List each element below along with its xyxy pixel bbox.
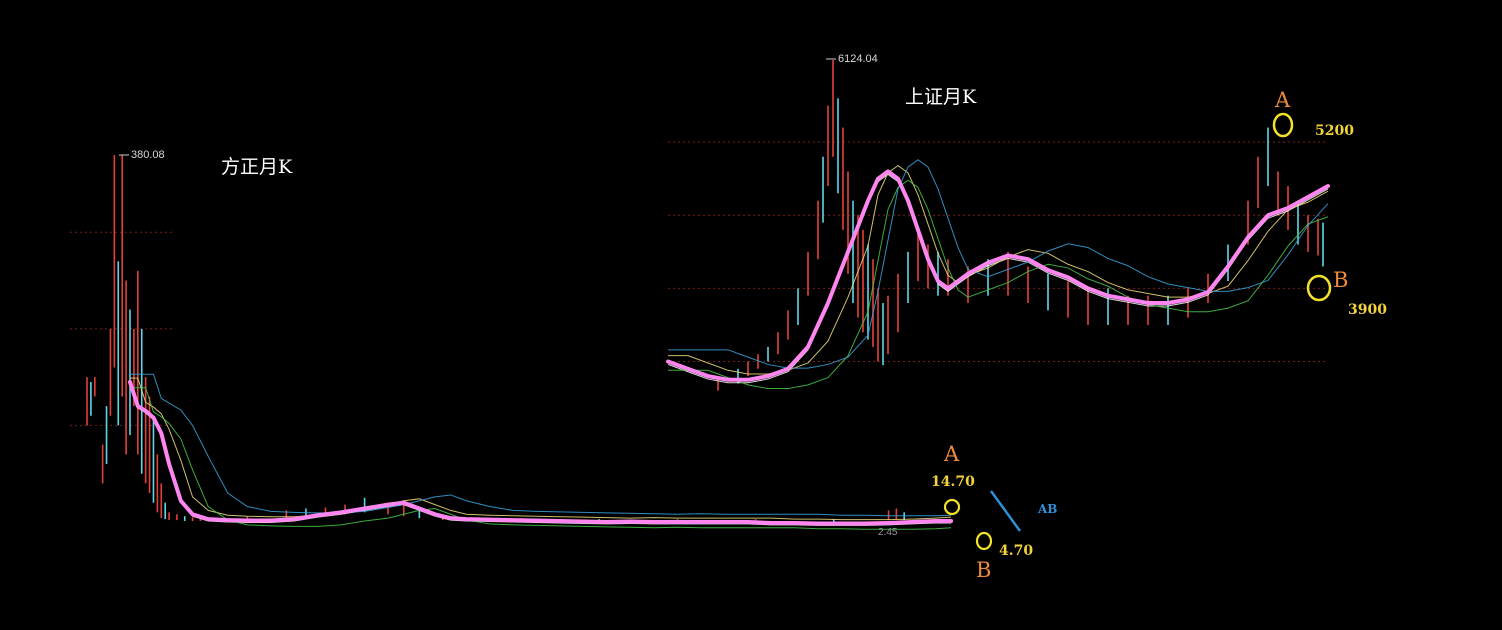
shanghai-chart-title: 上证月K: [905, 86, 977, 108]
chart-stage: 方正月K 380.08 2.45 A 14.70 4.70 B AB 上证月K …: [0, 0, 1502, 626]
ab-drop-line: [989, 490, 1022, 532]
shanghai-point-a-letter: A: [1275, 88, 1291, 112]
shanghai-point-a-circle: [1272, 112, 1294, 138]
fangzheng-point-b-value: 4.70: [999, 543, 1034, 559]
ab-drop-label: AB: [1038, 502, 1058, 516]
fangzheng-ma-line: [130, 373, 952, 517]
fangzheng-main-series-line: [128, 379, 954, 526]
fangzheng-ma-line: [129, 383, 952, 526]
fangzheng-chart-title: 方正月K: [221, 156, 293, 178]
shanghai-point-b-letter: B: [1333, 268, 1349, 292]
fangzheng-point-a-circle: [943, 498, 961, 516]
shanghai-peak-label: 6124.04: [838, 53, 878, 65]
fangzheng-peak-label: 380.08: [131, 149, 165, 161]
fangzheng-point-a-letter: A: [944, 442, 960, 466]
fangzheng-point-a-value: 14.70: [931, 474, 975, 490]
shanghai-main-series-line: [666, 169, 1330, 382]
fangzheng-ma-line: [130, 377, 952, 521]
shanghai-ma-line: [667, 173, 1329, 384]
shanghai-point-a-value: 5200: [1315, 123, 1354, 139]
fangzheng-point-b-letter: B: [976, 558, 992, 582]
fangzheng-low-label: 2.45: [878, 527, 898, 538]
shanghai-ma-line: [668, 164, 1329, 375]
shanghai-point-b-value: 3900: [1348, 302, 1387, 318]
fangzheng-point-b-circle: [975, 531, 993, 551]
